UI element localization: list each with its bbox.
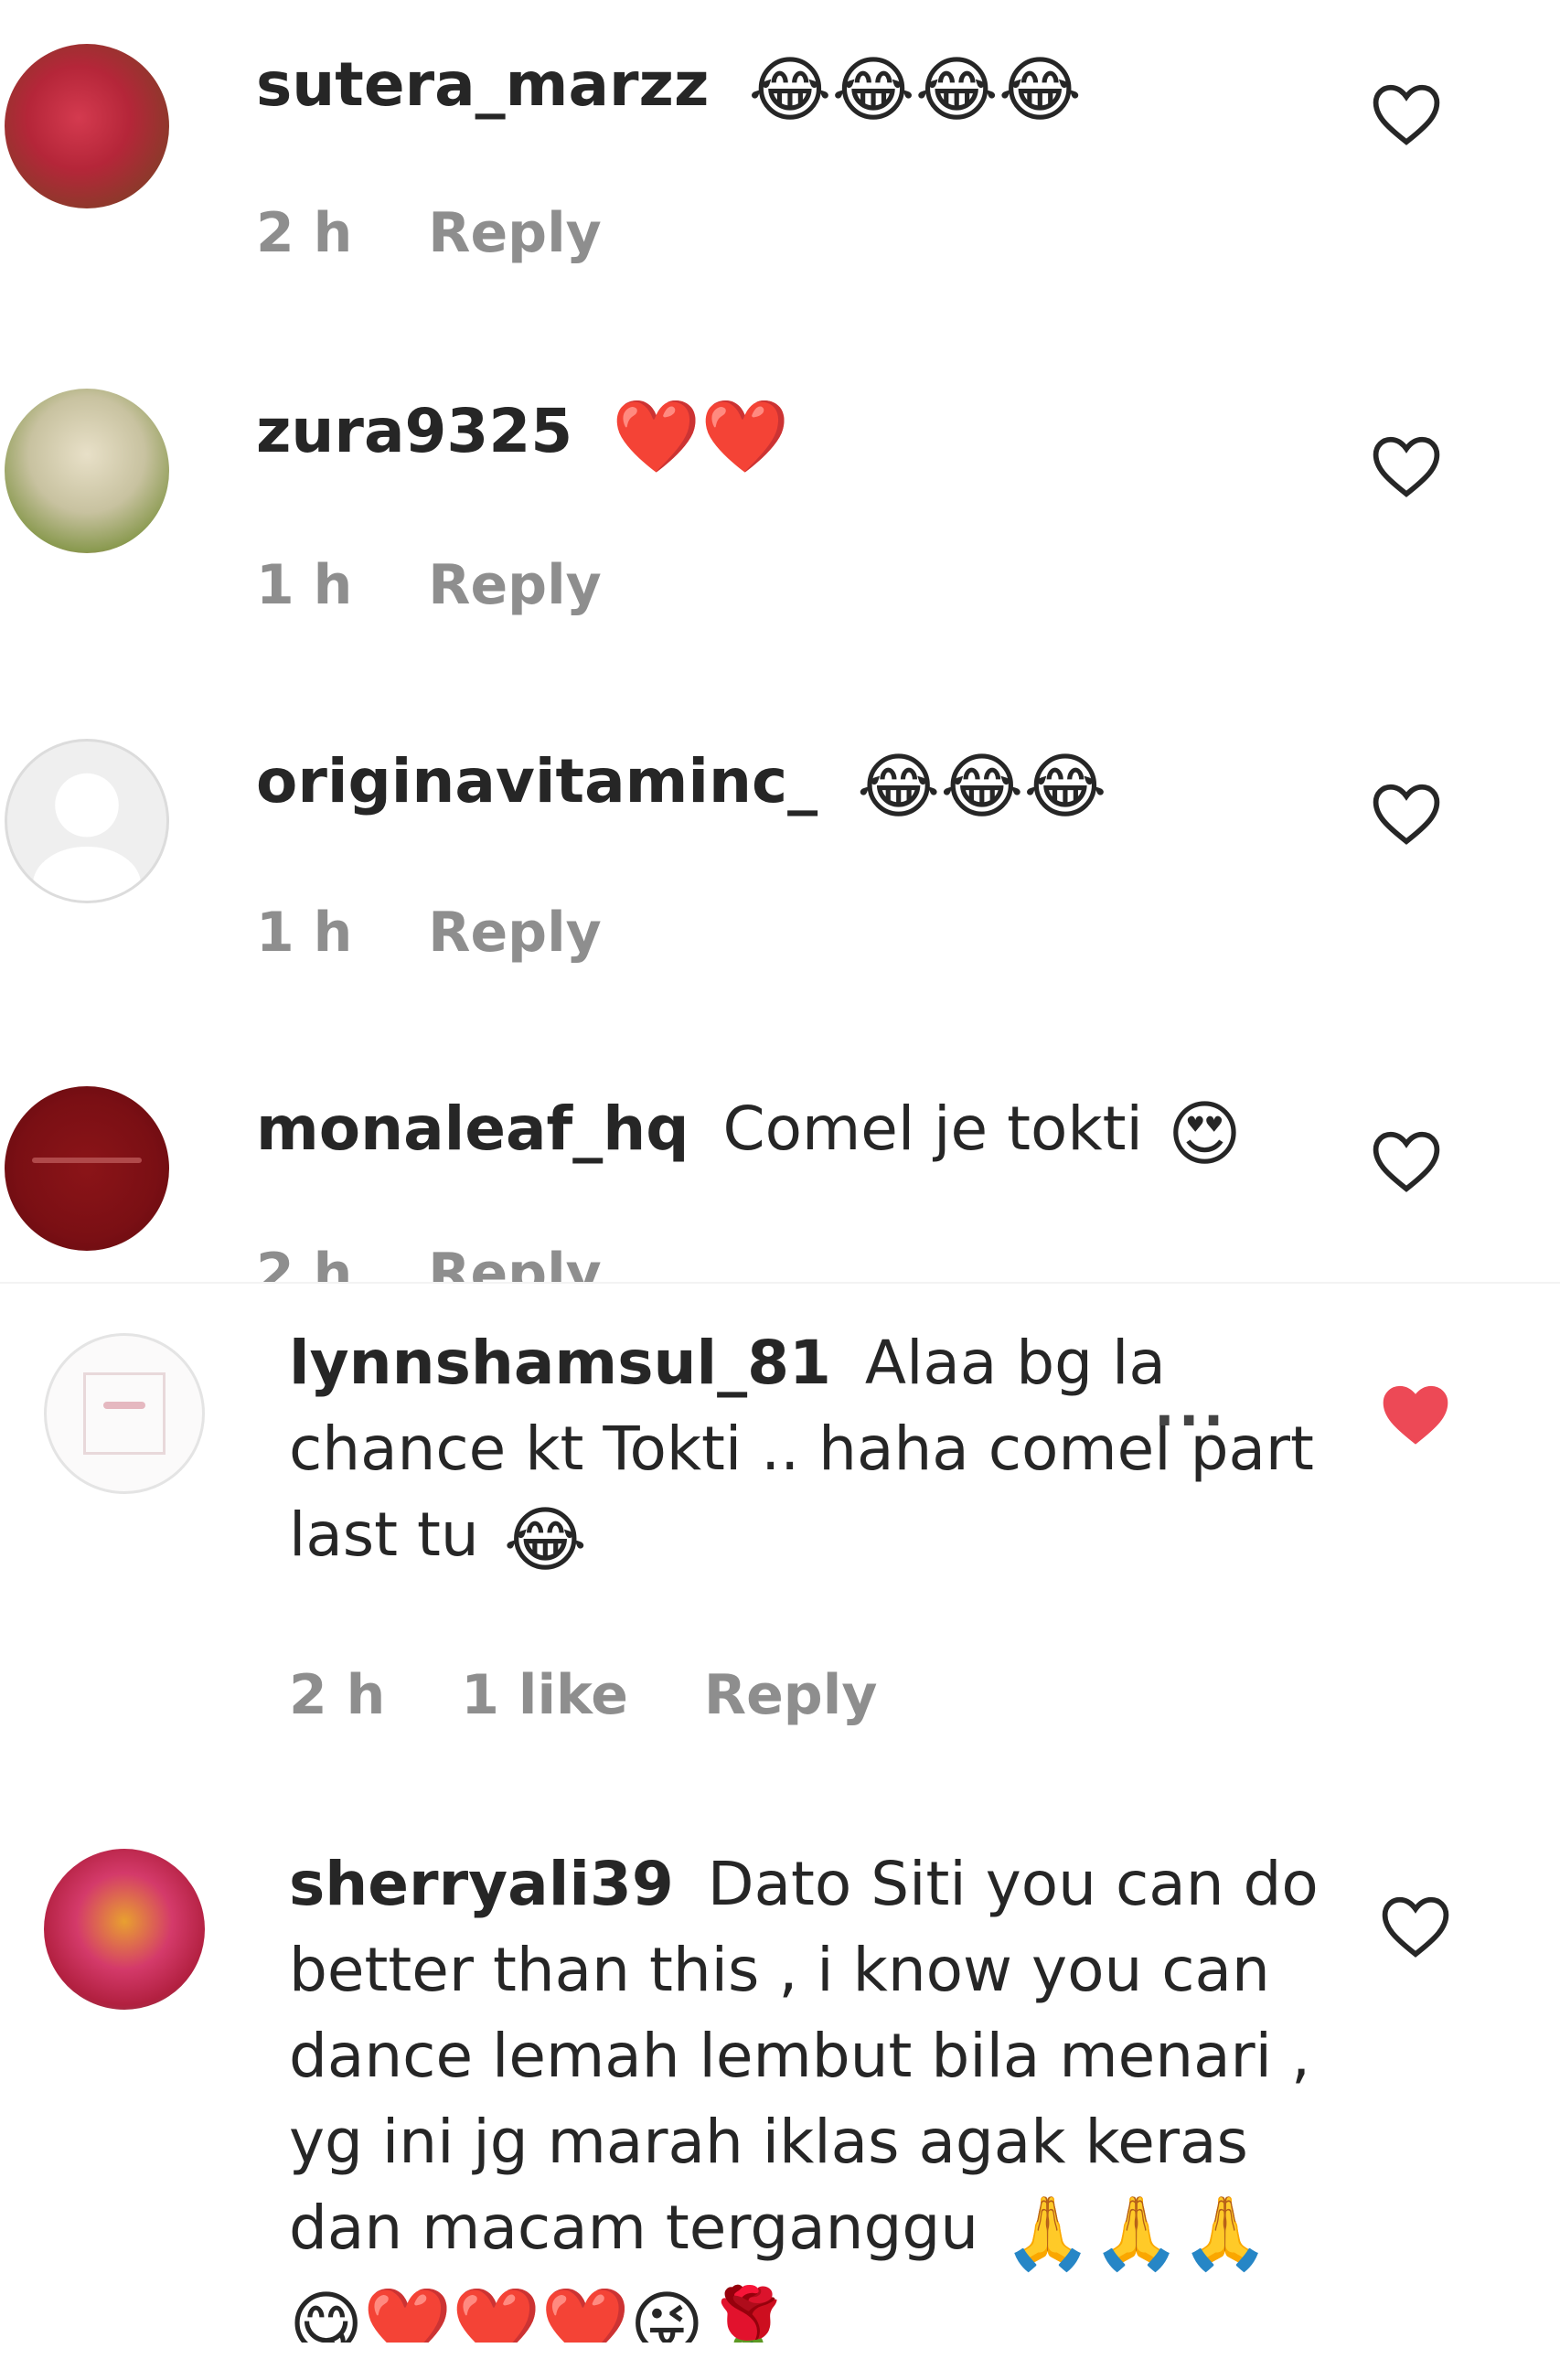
comment-body: monaleaf_hq Comel je tokti 😍 bbox=[256, 1086, 1242, 1178]
comment-time[interactable]: 2 h bbox=[256, 1242, 352, 1282]
comment-time[interactable]: 1 h bbox=[256, 553, 352, 617]
default-avatar-icon bbox=[32, 773, 142, 901]
comment-username[interactable]: lynnshamsul_81 bbox=[289, 1328, 831, 1398]
comment-time[interactable]: 1 h bbox=[256, 901, 352, 965]
comment-username[interactable]: sherryali39 bbox=[289, 1849, 674, 1919]
reply-button[interactable]: Reply bbox=[428, 901, 602, 965]
comment-body: zura9325 ❤️❤️ bbox=[256, 389, 789, 480]
comment-username[interactable]: originavitaminc_ bbox=[256, 746, 817, 816]
comment-body: lynnshamsul_81 Alaa bg la chance kt Tokt… bbox=[289, 1320, 1341, 1584]
comments-panel-top: sutera_marzz 😂😂😂😂 2 h Reply zura9325 ❤️❤… bbox=[0, 0, 1560, 1282]
avatar[interactable] bbox=[44, 1849, 205, 2010]
reply-button[interactable]: Reply bbox=[428, 201, 602, 265]
more-options-icon[interactable]: ... bbox=[1154, 1375, 1227, 1439]
comment-emoji: 😂 bbox=[503, 1500, 587, 1582]
comment-time[interactable]: 2 h bbox=[256, 201, 352, 265]
avatar-frame bbox=[83, 1372, 166, 1455]
avatar[interactable] bbox=[44, 1333, 205, 1494]
comment-meta: 2 h Reply bbox=[256, 201, 658, 265]
comment-username[interactable]: zura9325 bbox=[256, 396, 572, 466]
heart-outline-icon[interactable] bbox=[1370, 782, 1443, 846]
avatar[interactable] bbox=[5, 44, 169, 208]
reply-button[interactable]: Reply bbox=[428, 553, 602, 617]
avatar[interactable] bbox=[5, 1086, 169, 1251]
heart-outline-icon[interactable] bbox=[1379, 1894, 1452, 1958]
comment-emoji: 😍 bbox=[1167, 1094, 1243, 1176]
comment-meta: 1 h Reply bbox=[256, 553, 658, 617]
comment-body: sutera_marzz 😂😂😂😂 bbox=[256, 42, 1082, 133]
comment-body: originavitaminc_ 😂😂😂 bbox=[256, 739, 1107, 830]
comment-emoji: ❤️❤️ bbox=[612, 396, 790, 478]
reply-button[interactable]: Reply bbox=[428, 1242, 602, 1282]
heart-outline-icon[interactable] bbox=[1370, 1129, 1443, 1193]
heart-outline-icon[interactable] bbox=[1370, 434, 1443, 498]
comment-time[interactable]: 2 h bbox=[289, 1663, 385, 1727]
heart-filled-icon[interactable] bbox=[1379, 1382, 1452, 1446]
comment-meta: 2 h Reply bbox=[256, 1242, 658, 1282]
brand-logo-mark bbox=[32, 1158, 142, 1163]
comment-emoji: 😂😂😂😂 bbox=[748, 49, 1082, 132]
comment-meta: 2 h 1 like Reply bbox=[289, 1663, 934, 1727]
avatar[interactable] bbox=[5, 389, 169, 553]
comments-panel-bottom: lynnshamsul_81 Alaa bg la chance kt Tokt… bbox=[0, 1282, 1560, 2343]
comment-emoji: 😂😂😂 bbox=[857, 746, 1107, 828]
comment-text: Comel je tokti bbox=[722, 1094, 1143, 1164]
reply-button[interactable]: Reply bbox=[704, 1663, 878, 1727]
heart-outline-icon[interactable] bbox=[1370, 82, 1443, 146]
comment-body: sherryali39 Dato Siti you can do better … bbox=[289, 1841, 1341, 2343]
comment-username[interactable]: sutera_marzz bbox=[256, 49, 709, 120]
comment-username[interactable]: monaleaf_hq bbox=[256, 1094, 689, 1164]
avatar-logo-mark bbox=[103, 1402, 145, 1409]
comment-likes[interactable]: 1 like bbox=[461, 1663, 628, 1727]
comment-meta: 1 h Reply bbox=[256, 901, 658, 965]
avatar[interactable] bbox=[5, 739, 169, 903]
